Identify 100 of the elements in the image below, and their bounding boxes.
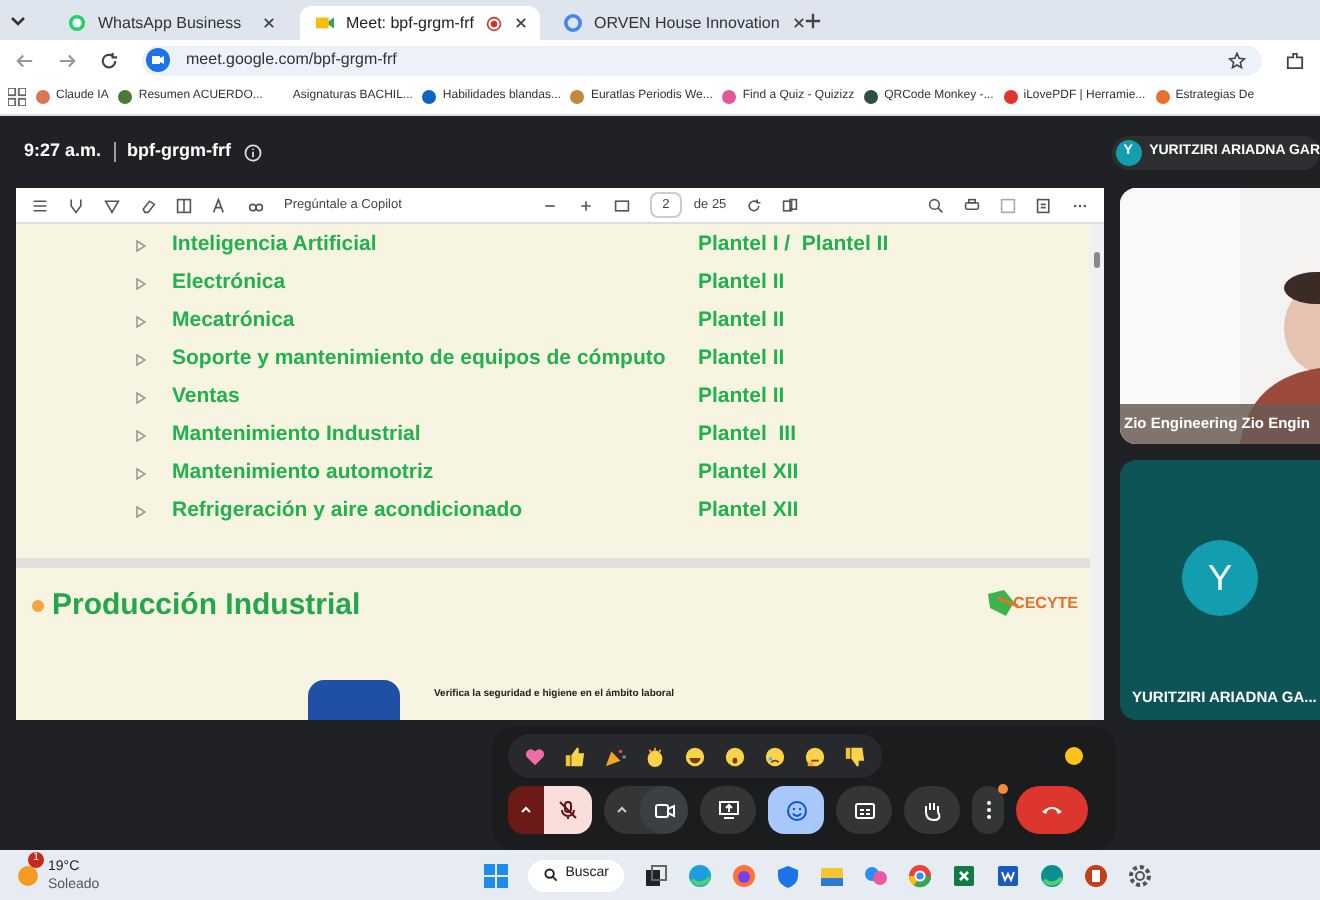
- heart-icon[interactable]: [524, 745, 546, 767]
- camera-button[interactable]: [640, 786, 688, 834]
- campus-name: Plantel II: [698, 381, 785, 412]
- start-icon[interactable]: [483, 863, 508, 887]
- forward-icon[interactable]: [58, 51, 76, 69]
- settings-icon[interactable]: [1127, 863, 1152, 887]
- more-vertical-icon: [985, 800, 991, 820]
- save-as-icon[interactable]: [1036, 197, 1052, 213]
- bullet-icon: [136, 315, 146, 327]
- present-screen-button[interactable]: [700, 786, 756, 834]
- bullet-icon: [32, 600, 44, 613]
- document-icon[interactable]: [995, 863, 1020, 887]
- laughing-face-icon[interactable]: [684, 745, 706, 767]
- spreadsheet-icon[interactable]: [951, 863, 976, 887]
- participant-avatar: Y: [1182, 540, 1258, 616]
- section-title: Producción Industrial: [52, 586, 361, 626]
- clapping-hands-icon[interactable]: [644, 745, 666, 767]
- campus-name: Plantel XII: [698, 457, 799, 488]
- campus-name: Plantel II: [698, 267, 785, 298]
- career-name: Ventas: [172, 381, 242, 412]
- campus-name: Plantel II: [698, 305, 785, 336]
- bullet-icon: [136, 353, 146, 365]
- more-options-button[interactable]: [972, 786, 1004, 834]
- presentation-icon[interactable]: [1083, 863, 1108, 887]
- page-view-icon[interactable]: [782, 197, 799, 213]
- career-name: Mecatrónica: [172, 305, 297, 336]
- address-bar[interactable]: meet.google.com/bpf-grgm-frf: [142, 45, 1262, 75]
- meeting-code: bpf-grgm-frf: [127, 138, 232, 165]
- list-icon[interactable]: [32, 197, 48, 213]
- bullet-icon: [136, 467, 146, 479]
- browser-tab[interactable]: ORVEN House Innovation: [548, 6, 788, 40]
- star-icon[interactable]: [1228, 51, 1246, 69]
- reactions-button[interactable]: [768, 786, 824, 834]
- career-name: Inteligencia Artificial: [172, 229, 379, 260]
- thumbs-up-icon[interactable]: [564, 745, 586, 767]
- raise-hand-button[interactable]: [904, 786, 960, 834]
- skin-tone-icon[interactable]: [1064, 746, 1084, 766]
- draw-icon[interactable]: [104, 197, 120, 213]
- info-icon[interactable]: [243, 143, 262, 161]
- surprised-face-icon[interactable]: [724, 745, 746, 767]
- two-page-icon[interactable]: [176, 197, 192, 213]
- rotate-icon[interactable]: [746, 197, 763, 213]
- bullet-icon: [136, 391, 146, 403]
- campus-name: Plantel I / Plantel II: [698, 229, 889, 260]
- google-tab-icon: [564, 14, 582, 32]
- browser-tab[interactable]: WhatsApp Business: [52, 6, 292, 40]
- whatsapp-tab-icon: [68, 14, 86, 32]
- close-icon[interactable]: [262, 16, 276, 30]
- smiley-icon: [785, 799, 807, 821]
- career-name: Soporte y mantenimiento de equipos de cómputo: [172, 343, 668, 374]
- career-name: Electrónica: [172, 267, 288, 298]
- campus-name: Plantel III: [698, 419, 797, 450]
- phone-icon: [1040, 804, 1064, 816]
- party-popper-icon[interactable]: [604, 745, 626, 767]
- search-icon[interactable]: [928, 197, 944, 213]
- browser-icon[interactable]: [1039, 863, 1064, 887]
- campus-name: Plantel XII: [698, 495, 799, 526]
- new-tab-icon[interactable]: [804, 11, 822, 29]
- crying-face-icon[interactable]: [764, 745, 786, 767]
- print-icon[interactable]: [964, 197, 980, 213]
- module-card: [308, 680, 400, 720]
- recording-icon: [486, 15, 503, 31]
- bullet-icon: [136, 277, 146, 289]
- scrollbar-thumb[interactable]: [1094, 252, 1100, 268]
- fit-page-icon[interactable]: [613, 197, 630, 213]
- career-name: Mantenimiento automotriz: [172, 457, 436, 488]
- meeting-time: 9:27 a.m.: [24, 138, 102, 165]
- present-screen-icon: [717, 800, 739, 820]
- close-icon[interactable]: [791, 16, 806, 30]
- thumbs-down-icon[interactable]: [844, 745, 866, 767]
- eraser-icon[interactable]: [140, 197, 156, 213]
- reload-icon[interactable]: [100, 51, 118, 69]
- muted-microphone-icon: [558, 800, 578, 820]
- browser-icon[interactable]: [907, 863, 932, 887]
- captions-button[interactable]: [836, 786, 892, 834]
- browser-icon[interactable]: [687, 863, 712, 887]
- microphone-button[interactable]: [544, 786, 592, 834]
- task-view-icon[interactable]: [643, 863, 668, 887]
- browser-icon[interactable]: [731, 863, 756, 887]
- meet-tab-icon: [316, 14, 334, 32]
- career-name: Refrigeración y aire acondicionado: [172, 495, 525, 526]
- search-icon: [543, 868, 558, 882]
- leave-call-button[interactable]: [1016, 786, 1088, 834]
- captions-icon: [853, 801, 875, 819]
- back-icon[interactable]: [16, 51, 34, 69]
- browser-tab[interactable]: Meet: bpf-grgm-frf: [300, 6, 540, 40]
- apps-grid-icon[interactable]: [8, 88, 26, 106]
- highlighter-icon[interactable]: [68, 197, 84, 213]
- zoom-in-icon[interactable]: [577, 197, 594, 213]
- folder-icon[interactable]: [819, 863, 844, 887]
- caret-icon: [616, 806, 628, 814]
- shield-icon[interactable]: [775, 863, 800, 887]
- caret-icon: [520, 806, 532, 814]
- read-aloud-icon[interactable]: [212, 197, 228, 213]
- thinking-face-icon[interactable]: [804, 745, 826, 767]
- extensions-icon[interactable]: [1286, 51, 1304, 69]
- site-icon: [146, 48, 170, 72]
- bullet-icon: [136, 429, 146, 441]
- close-icon[interactable]: [514, 16, 529, 30]
- campus-name: Plantel II: [698, 343, 785, 374]
